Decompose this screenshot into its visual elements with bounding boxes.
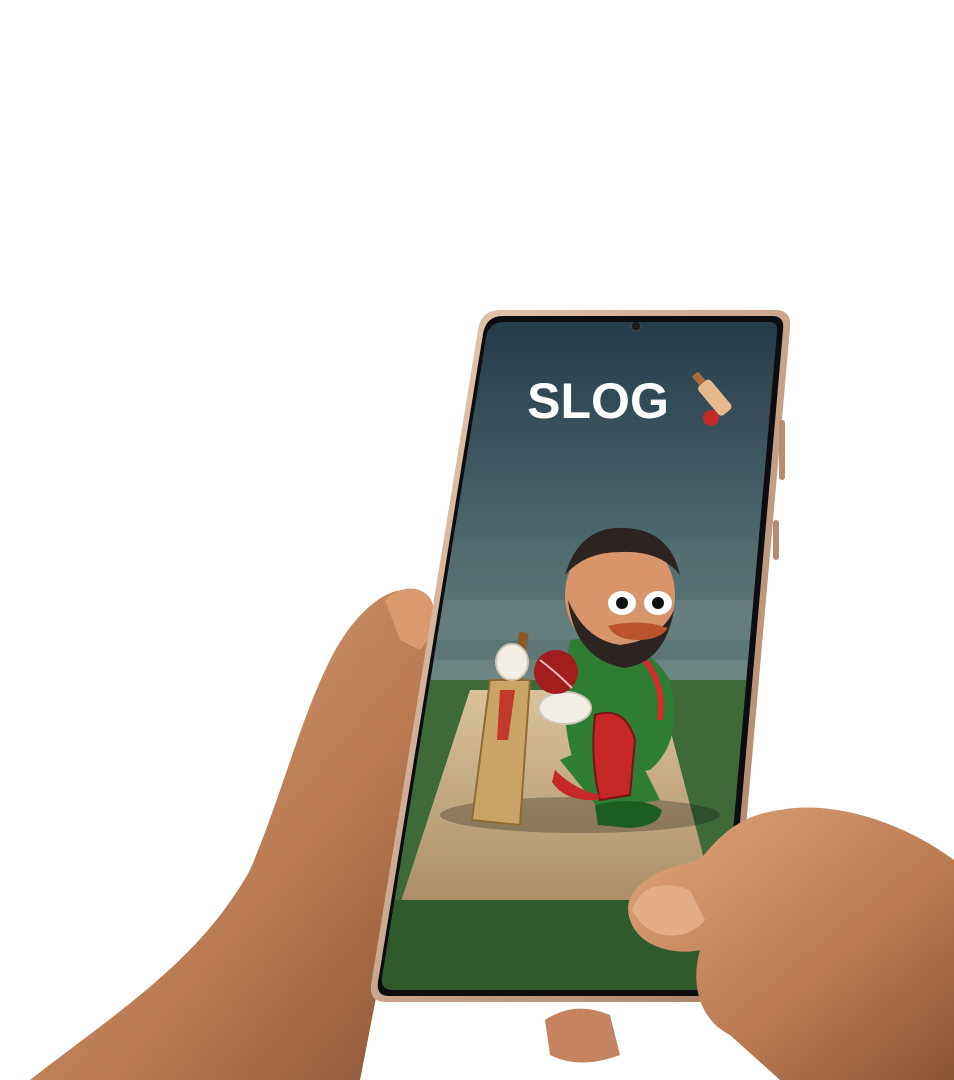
scene: SLOG bbox=[30, 310, 954, 1080]
app-title: SLOG bbox=[527, 373, 669, 429]
power-button bbox=[773, 520, 779, 560]
front-camera bbox=[630, 322, 642, 332]
volume-button bbox=[779, 420, 785, 480]
left-hand bbox=[30, 588, 435, 1080]
ball-icon-part bbox=[703, 410, 719, 426]
